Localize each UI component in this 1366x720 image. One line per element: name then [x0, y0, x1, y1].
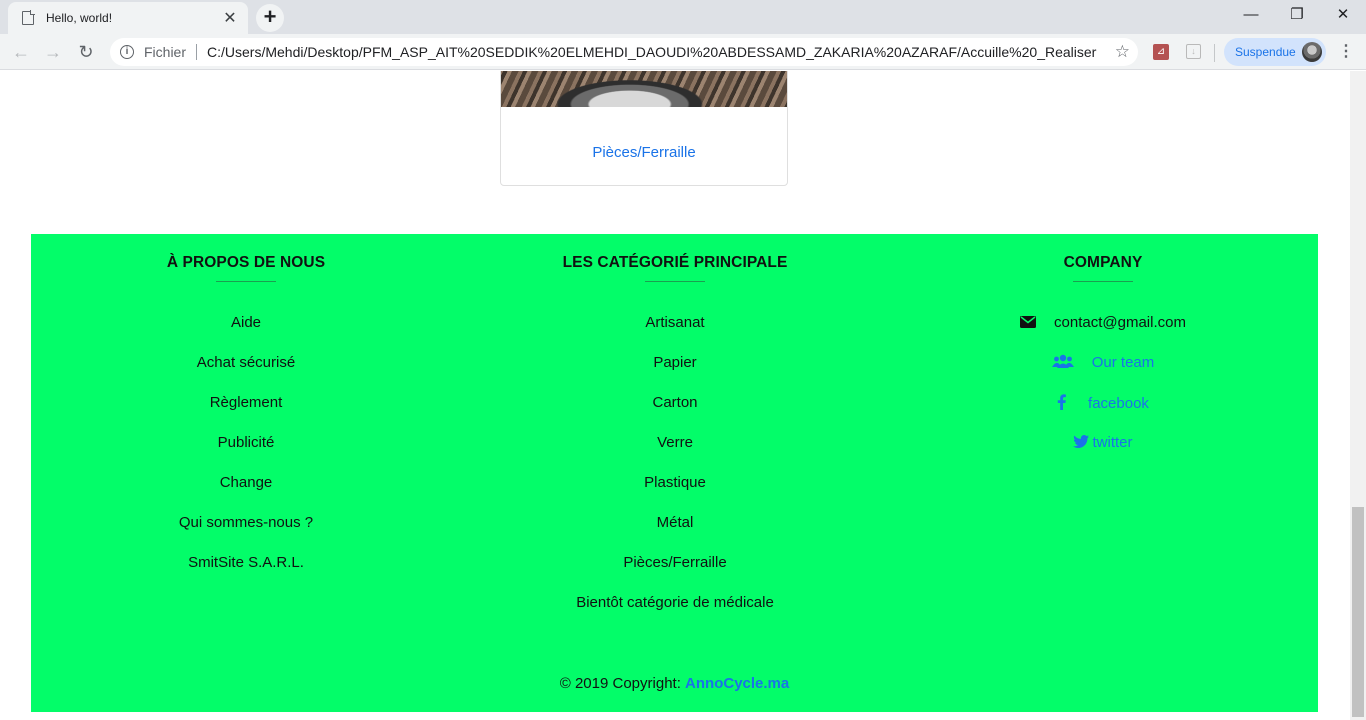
- about-link-achat[interactable]: Achat sécurisé: [31, 354, 461, 394]
- tab-close-icon[interactable]: ✕: [222, 8, 238, 28]
- bookmark-star-icon[interactable]: ☆: [1115, 42, 1130, 62]
- category-link-verre[interactable]: Verre: [460, 434, 890, 474]
- facebook-icon: [1057, 394, 1066, 414]
- scrollbar-thumb[interactable]: [1352, 507, 1364, 717]
- new-tab-button[interactable]: +: [256, 4, 284, 32]
- browser-tab[interactable]: Hello, world! ✕: [8, 2, 248, 34]
- minimize-button[interactable]: —: [1228, 0, 1274, 30]
- company-our-team[interactable]: Our team: [888, 354, 1318, 394]
- company-facebook[interactable]: facebook: [888, 394, 1318, 434]
- scrap-metal-image: [501, 71, 787, 107]
- copyright: © 2019 Copyright: AnnoCycle.ma: [31, 675, 1318, 692]
- category-card[interactable]: Pièces/Ferraille: [500, 71, 788, 186]
- twitter-link[interactable]: twitter: [1092, 434, 1132, 451]
- our-team-link[interactable]: Our team: [1092, 354, 1155, 371]
- category-link-pieces-ferraille[interactable]: Pièces/Ferraille: [460, 554, 890, 594]
- forward-button[interactable]: →: [40, 39, 66, 65]
- back-button[interactable]: ←: [8, 39, 34, 65]
- about-heading: À PROPOS DE NOUS: [166, 254, 326, 271]
- category-link-plastique[interactable]: Plastique: [460, 474, 890, 514]
- page-scrollbar[interactable]: [1350, 71, 1366, 720]
- url-scheme-label: Fichier: [144, 44, 187, 60]
- footer-company-column: COMPANY contact@gmail.com Our team faceb…: [888, 254, 1318, 474]
- page-icon: [22, 10, 35, 25]
- restore-button[interactable]: ❐: [1274, 0, 1320, 30]
- about-link-change[interactable]: Change: [31, 474, 461, 514]
- card-title-link[interactable]: Pièces/Ferraille: [501, 144, 787, 161]
- copyright-link[interactable]: AnnoCycle.ma: [685, 675, 789, 692]
- about-link-smitsite[interactable]: SmitSite S.A.R.L.: [31, 554, 461, 594]
- company-email[interactable]: contact@gmail.com: [888, 314, 1318, 354]
- email-label: contact@gmail.com: [1054, 314, 1186, 331]
- category-link-medicale[interactable]: Bientôt catégorie de médicale: [460, 594, 890, 634]
- heading-rule: [645, 281, 705, 282]
- browser-menu-button[interactable]: ⋮: [1338, 39, 1354, 65]
- extension-icon[interactable]: ↓: [1186, 44, 1201, 59]
- footer-categories-column: LES CATÉGORIÉ PRINCIPALE Artisanat Papie…: [460, 254, 890, 634]
- pdf-extension-icon[interactable]: ⊿: [1153, 44, 1169, 60]
- profile-button[interactable]: Suspendue: [1224, 38, 1326, 66]
- about-link-publicite[interactable]: Publicité: [31, 434, 461, 474]
- url-text[interactable]: C:/Users/Mehdi/Desktop/PFM_ASP_AIT%20SED…: [207, 44, 1097, 60]
- heading-rule: [1073, 281, 1133, 282]
- about-link-aide[interactable]: Aide: [31, 314, 461, 354]
- envelope-icon: [1020, 315, 1037, 332]
- footer-about-column: À PROPOS DE NOUS Aide Achat sécurisé Règ…: [31, 254, 461, 594]
- users-icon: [1051, 354, 1074, 372]
- browser-toolbar: ← → ↻ i Fichier C:/Users/Mehdi/Desktop/P…: [0, 34, 1366, 70]
- copyright-text: © 2019 Copyright:: [559, 675, 686, 692]
- about-link-qui-sommes-nous[interactable]: Qui sommes-nous ?: [31, 514, 461, 554]
- toolbar-divider: [1214, 44, 1215, 62]
- tab-strip: Hello, world! ✕ + — ❐ ✕: [0, 0, 1366, 34]
- category-link-artisanat[interactable]: Artisanat: [460, 314, 890, 354]
- profile-status: Suspendue: [1235, 45, 1296, 59]
- site-footer: À PROPOS DE NOUS Aide Achat sécurisé Règ…: [31, 234, 1318, 712]
- page-viewport: Pièces/Ferraille À PROPOS DE NOUS Aide A…: [0, 71, 1350, 720]
- about-link-reglement[interactable]: Règlement: [31, 394, 461, 434]
- tab-title: Hello, world!: [46, 11, 113, 25]
- facebook-link[interactable]: facebook: [1088, 395, 1149, 412]
- address-bar[interactable]: i Fichier C:/Users/Mehdi/Desktop/PFM_ASP…: [110, 38, 1138, 66]
- close-window-button[interactable]: ✕: [1320, 0, 1366, 30]
- categories-heading: LES CATÉGORIÉ PRINCIPALE: [562, 254, 788, 271]
- category-link-papier[interactable]: Papier: [460, 354, 890, 394]
- twitter-icon: [1073, 434, 1090, 452]
- reload-button[interactable]: ↻: [73, 39, 99, 65]
- category-link-carton[interactable]: Carton: [460, 394, 890, 434]
- heading-rule: [216, 281, 276, 282]
- url-separator: [196, 44, 198, 60]
- category-link-metal[interactable]: Métal: [460, 514, 890, 554]
- company-twitter[interactable]: twitter: [888, 434, 1318, 474]
- info-icon[interactable]: i: [120, 45, 134, 59]
- company-heading: COMPANY: [1063, 254, 1143, 271]
- avatar: [1302, 42, 1322, 62]
